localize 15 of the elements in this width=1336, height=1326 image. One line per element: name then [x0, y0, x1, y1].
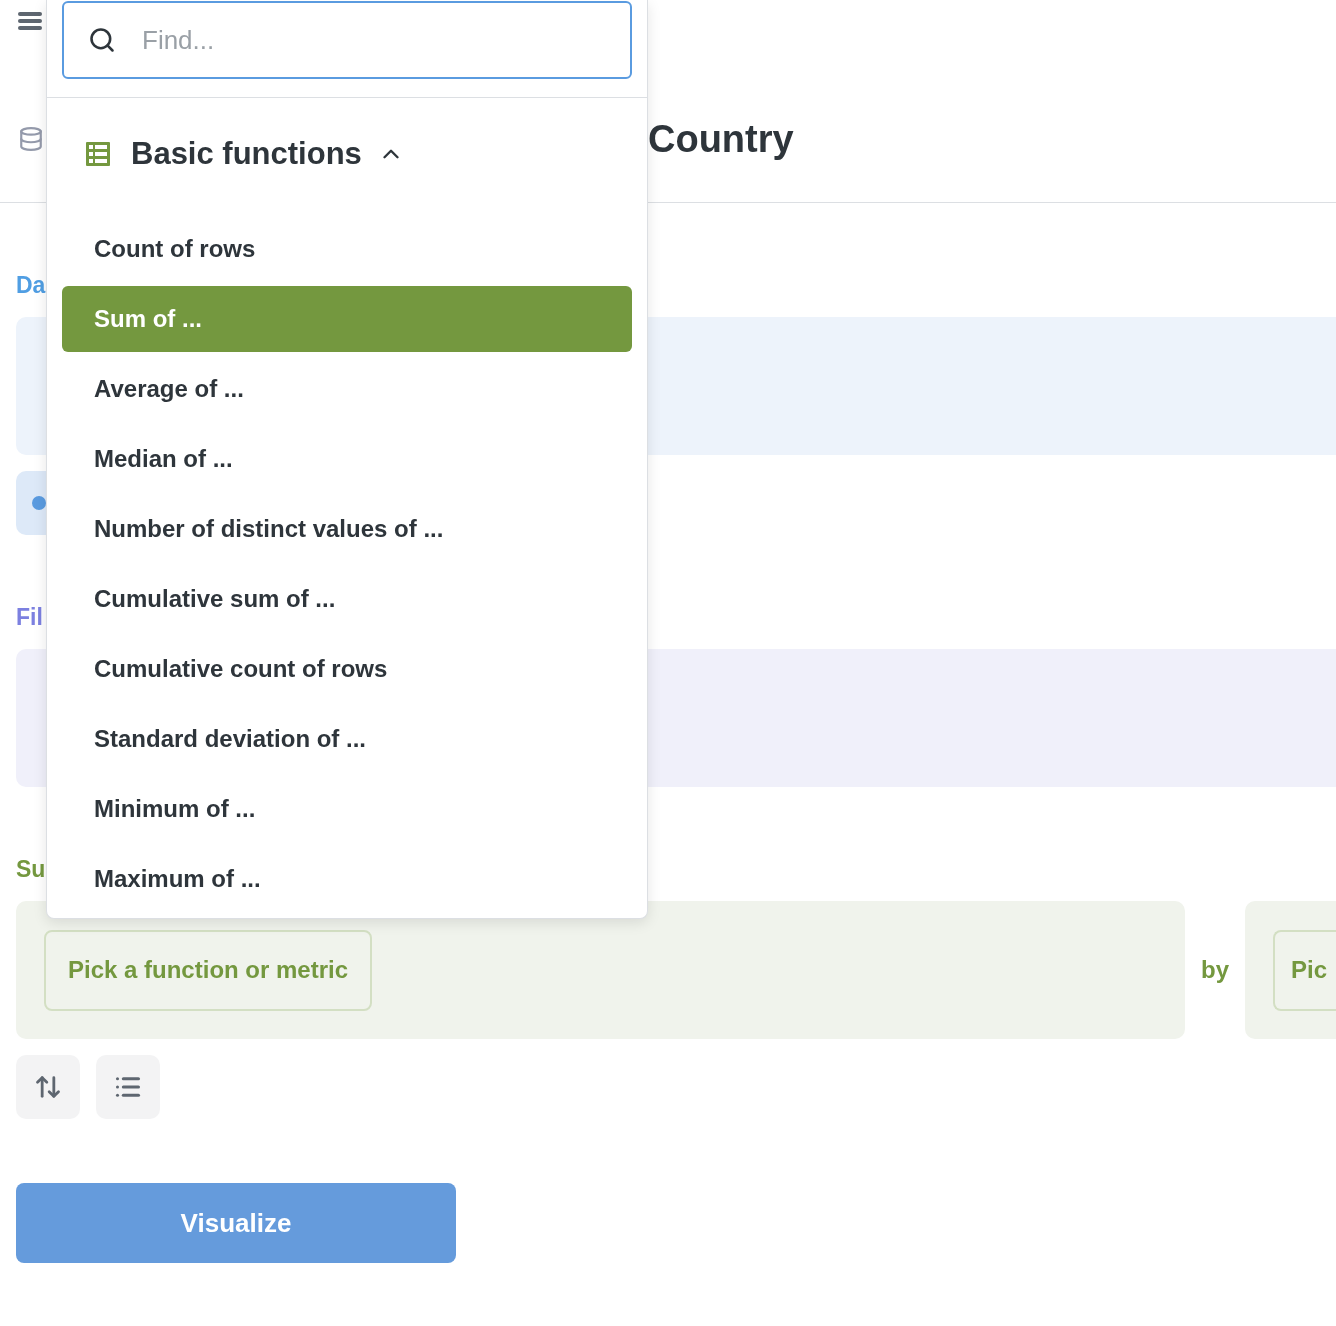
- arrows-up-down-icon: [34, 1073, 62, 1101]
- section-heading: Su: [16, 855, 46, 883]
- search-icon: [88, 26, 116, 54]
- group-title[interactable]: Basic functions: [131, 130, 362, 178]
- step-button[interactable]: [16, 471, 46, 535]
- list-button[interactable]: [96, 1055, 160, 1119]
- search-field[interactable]: Find...: [62, 1, 632, 79]
- table-icon: [86, 142, 110, 166]
- section-heading: Fil: [16, 603, 43, 631]
- menu-icon[interactable]: [18, 12, 42, 30]
- joiner-text: by: [1201, 955, 1229, 985]
- sort-button[interactable]: [16, 1055, 80, 1119]
- database-icon: [18, 125, 44, 153]
- page-title: Country: [648, 120, 794, 158]
- section-heading: Da: [16, 271, 46, 299]
